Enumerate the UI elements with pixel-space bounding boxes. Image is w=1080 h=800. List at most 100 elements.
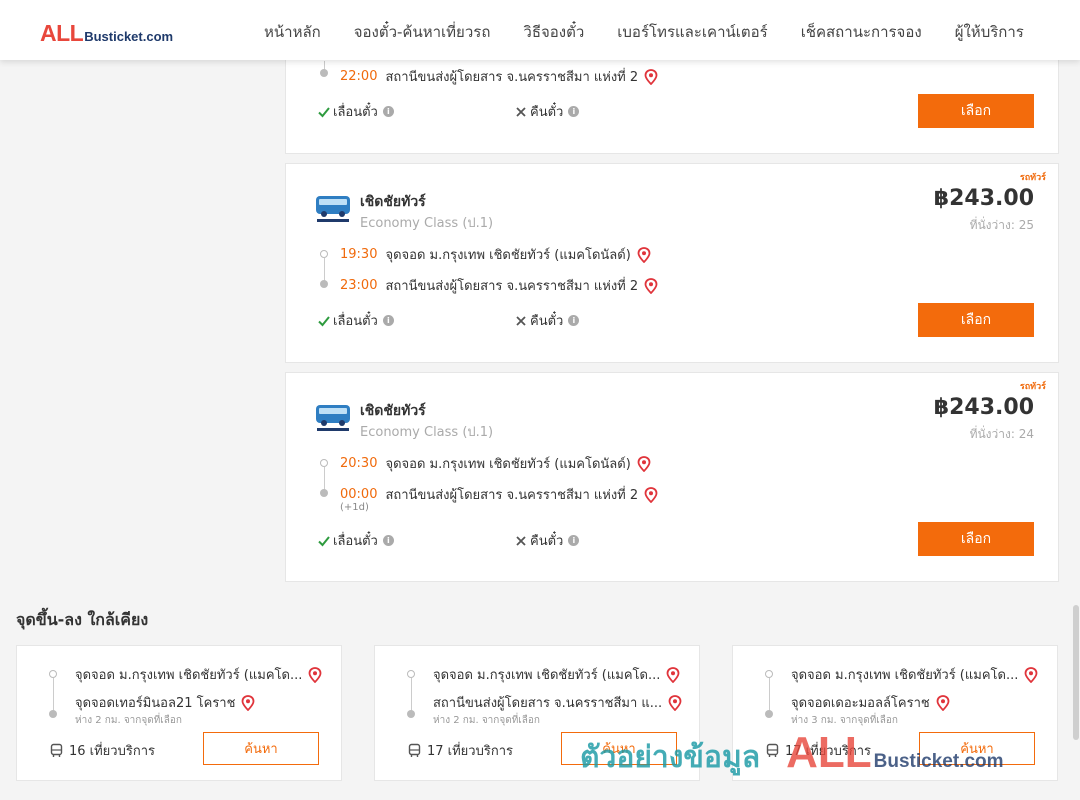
nearby-to: จุดจอดเดอะมอลล์โคราช — [791, 692, 950, 713]
map-pin-icon[interactable] — [936, 694, 950, 711]
trip-card: รถทัวร์ เชิดชัยทัวร์ Economy Class (ป.1)… — [285, 163, 1059, 363]
map-pin-icon[interactable] — [644, 277, 658, 294]
arrival-stop: 22:00 สถานีขนส่งผู้โดยสาร จ.นครราชสีมา แ… — [340, 66, 658, 87]
departure-time: 20:30 — [340, 456, 378, 471]
nearby-service-count: 17 เที่ยวบริการ — [407, 740, 513, 761]
nearby-to-place: จุดจอดเดอะมอลล์โคราช — [791, 696, 930, 711]
top-header: ALL Busticket.com หน้าหลัก จองตั๋ว-ค้นหา… — [0, 0, 1080, 60]
nav-operators[interactable]: ผู้ให้บริการ — [955, 20, 1024, 44]
nearby-card: จุดจอด ม.กรุงเทพ เชิดชัยทัวร์ (แมคโด... … — [732, 645, 1058, 781]
refund-feature: คืนตั๋ว i — [514, 101, 580, 122]
nearby-service-count: 16 เที่ยวบริการ — [49, 740, 155, 761]
reschedule-feature: เลื่อนตั๋ว i — [317, 310, 394, 331]
logo-all-text: ALL — [40, 20, 84, 46]
nearby-from: จุดจอด ม.กรุงเทพ เชิดชัยทัวร์ (แมคโด... — [75, 664, 322, 685]
refund-label: คืนตั๋ว — [530, 105, 564, 120]
nav-book-search[interactable]: จองตั๋ว-ค้นหาเที่ยวรถ — [354, 20, 491, 44]
departure-stop: 19:30 จุดจอด ม.กรุงเทพ เชิดชัยทัวร์ (แมค… — [340, 244, 651, 265]
page-scrollbar[interactable] — [1072, 60, 1080, 800]
departure-place: จุดจอด ม.กรุงเทพ เชิดชัยทัวร์ (แมคโดนัลด… — [385, 248, 631, 263]
departure-stop: 20:30 จุดจอด ม.กรุงเทพ เชิดชัยทัวร์ (แมค… — [340, 453, 651, 474]
route-timeline — [319, 61, 329, 81]
refund-label: คืนตั๋ว — [530, 534, 564, 549]
map-pin-icon[interactable] — [637, 455, 651, 472]
reschedule-feature: เลื่อนตั๋ว i — [317, 530, 394, 551]
info-icon[interactable]: i — [568, 535, 580, 546]
seats-available: ที่นั่งว่าง: 25 — [969, 218, 1034, 232]
nearby-from-place: จุดจอด ม.กรุงเทพ เชิดชัยทัวร์ (แมคโด... — [791, 668, 1019, 683]
refund-feature: คืนตั๋ว i — [514, 310, 580, 331]
bus-icon — [408, 743, 421, 757]
map-pin-icon[interactable] — [644, 68, 658, 85]
site-logo[interactable]: ALL Busticket.com — [40, 20, 173, 47]
bus-class: Economy Class (ป.1) — [360, 216, 494, 231]
nearby-search-button[interactable]: ค้นหา — [561, 732, 677, 765]
info-icon[interactable]: i — [568, 315, 580, 326]
nav-phone-counters[interactable]: เบอร์โทรและเคาน์เตอร์ — [617, 20, 767, 44]
scrollbar-thumb[interactable] — [1073, 605, 1079, 740]
nearby-card: จุดจอด ม.กรุงเทพ เชิดชัยทัวร์ (แมคโด... … — [374, 645, 700, 781]
nearby-service-text: 17 เที่ยวบริการ — [785, 744, 871, 759]
nav-how-to-book[interactable]: วิธีจองตั๋ว — [523, 20, 584, 44]
map-pin-icon[interactable] — [637, 246, 651, 263]
bus-class: Economy Class (ป.1) — [360, 425, 494, 440]
seats-available: ที่นั่งว่าง: 24 — [969, 427, 1034, 441]
route-timeline — [319, 459, 329, 497]
trip-price: ฿243.00 — [933, 395, 1034, 420]
nearby-search-button[interactable]: ค้นหา — [203, 732, 319, 765]
next-day-marker: (+1d) — [340, 502, 369, 513]
map-pin-icon[interactable] — [644, 486, 658, 503]
map-pin-icon[interactable] — [308, 666, 322, 683]
map-pin-icon[interactable] — [241, 694, 255, 711]
arrival-place: สถานีขนส่งผู้โดยสาร จ.นครราชสีมา แห่งที่… — [385, 488, 639, 503]
nearby-card: จุดจอด ม.กรุงเทพ เชิดชัยทัวร์ (แมคโด... … — [16, 645, 342, 781]
info-icon[interactable]: i — [382, 535, 394, 546]
logo-rest-text: Busticket.com — [84, 29, 174, 44]
nearby-section-title: จุดขึ้น-ลง ใกล้เคียง — [16, 610, 149, 629]
nearby-service-text: 16 เที่ยวบริการ — [69, 744, 155, 759]
arrival-time: 22:00 — [340, 69, 378, 84]
departure-time: 19:30 — [340, 247, 378, 262]
check-icon — [318, 315, 330, 326]
info-icon[interactable]: i — [382, 106, 394, 117]
nearby-to: สถานีขนส่งผู้โดยสาร จ.นครราชสีมา แ... — [433, 692, 682, 713]
info-icon[interactable]: i — [382, 315, 394, 326]
select-trip-button[interactable]: เลือก — [918, 94, 1034, 128]
check-icon — [318, 106, 330, 117]
cross-icon — [516, 106, 526, 117]
arrival-time: 23:00 — [340, 278, 378, 293]
bus-icon — [766, 743, 779, 757]
nearby-service-count: 17 เที่ยวบริการ — [765, 740, 871, 761]
reschedule-feature: เลื่อนตั๋ว i — [317, 101, 394, 122]
select-trip-button[interactable]: เลือก — [918, 522, 1034, 556]
map-pin-icon[interactable] — [668, 694, 682, 711]
nearby-from: จุดจอด ม.กรุงเทพ เชิดชัยทัวร์ (แมคโด... — [791, 664, 1038, 685]
departure-place: จุดจอด ม.กรุงเทพ เชิดชัยทัวร์ (แมคโดนัลด… — [385, 457, 631, 472]
reschedule-label: เลื่อนตั๋ว — [333, 105, 378, 120]
trip-price: ฿243.00 — [933, 186, 1034, 211]
arrival-place: สถานีขนส่งผู้โดยสาร จ.นครราชสีมา แห่งที่… — [385, 279, 639, 294]
nearby-from-place: จุดจอด ม.กรุงเทพ เชิดชัยทัวร์ (แมคโด... — [75, 668, 303, 683]
nav-check-booking[interactable]: เช็คสถานะการจอง — [801, 20, 922, 44]
nearby-to: จุดจอดเทอร์มินอล21 โคราช — [75, 692, 255, 713]
arrival-time: 00:00 — [340, 487, 378, 502]
nearby-search-button[interactable]: ค้นหา — [919, 732, 1035, 765]
nearby-service-text: 17 เที่ยวบริการ — [427, 744, 513, 759]
check-icon — [318, 535, 330, 546]
operator-name: เชิดชัยทัวร์ — [360, 194, 426, 210]
nav-home[interactable]: หน้าหลัก — [264, 20, 321, 44]
bus-type-tag: รถทัวร์ — [1019, 173, 1046, 183]
map-pin-icon[interactable] — [666, 666, 680, 683]
select-trip-button[interactable]: เลือก — [918, 303, 1034, 337]
reschedule-label: เลื่อนตั๋ว — [333, 314, 378, 329]
info-icon[interactable]: i — [568, 106, 580, 117]
nearby-distance: ห่าง 2 กม. จากจุดที่เลือก — [75, 715, 182, 726]
bus-icon — [50, 743, 63, 757]
route-timeline — [48, 670, 58, 718]
operator-logo-icon — [316, 196, 350, 222]
refund-label: คืนตั๋ว — [530, 314, 564, 329]
reschedule-label: เลื่อนตั๋ว — [333, 534, 378, 549]
cross-icon — [516, 315, 526, 326]
map-pin-icon[interactable] — [1024, 666, 1038, 683]
refund-feature: คืนตั๋ว i — [514, 530, 580, 551]
